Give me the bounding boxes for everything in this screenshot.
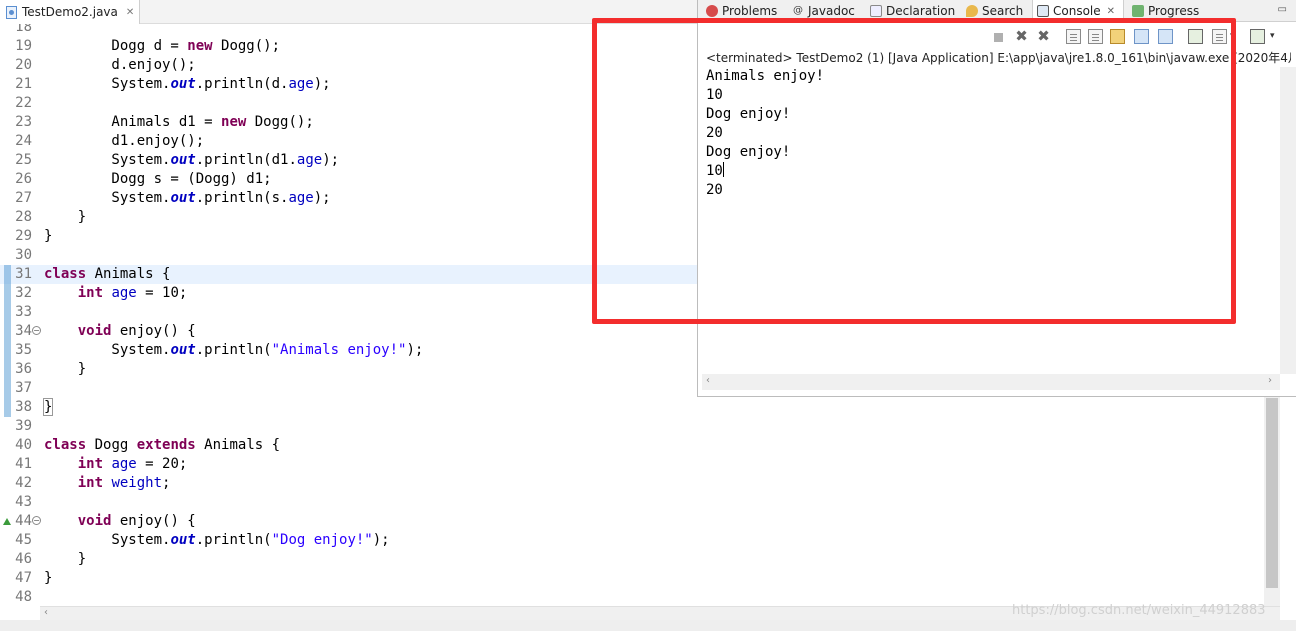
minimize-icon[interactable]: ▭ — [1278, 4, 1287, 15]
tab-label: Javadoc — [808, 4, 855, 18]
tab-label: Console — [1053, 4, 1101, 18]
line-number: 29 — [15, 228, 32, 244]
line-number: 23 — [15, 114, 32, 130]
annotation-highlight-box — [592, 18, 1236, 324]
code-text: void enjoy() { — [77, 513, 196, 529]
line-number: 39 — [15, 418, 32, 434]
line-number: 31 — [15, 266, 32, 282]
console-vertical-scrollbar[interactable] — [1280, 67, 1296, 374]
close-icon[interactable]: ✕ — [1107, 6, 1115, 17]
code-text: Dogg d = new Dogg(); — [44, 38, 281, 54]
code-line[interactable]: 41 int age = 20; — [0, 455, 1280, 474]
line-number: 43 — [15, 494, 32, 510]
line-number: 44 — [15, 513, 32, 529]
code-text: } — [44, 361, 87, 377]
declaration-icon — [870, 5, 882, 17]
line-number: 32 — [15, 285, 32, 301]
line-number: 40 — [15, 437, 32, 453]
code-line[interactable]: 39 — [0, 417, 1280, 436]
code-line[interactable]: 44− void enjoy() { — [0, 512, 1280, 531]
line-number: 33 — [15, 304, 32, 320]
code-line[interactable]: 45 System.out.println("Dog enjoy!"); — [0, 531, 1280, 550]
line-number: 36 — [15, 361, 32, 377]
editor-vertical-scrollbar[interactable] — [1264, 390, 1280, 606]
fold-icon[interactable]: − — [32, 516, 41, 525]
code-text: d.enjoy(); — [44, 57, 196, 73]
open-console-icon[interactable] — [1250, 29, 1265, 44]
tab-label: Problems — [722, 4, 778, 18]
javadoc-icon: @ — [793, 5, 803, 16]
code-line[interactable]: 42 int weight; — [0, 474, 1280, 493]
code-text: } — [44, 570, 53, 586]
code-text: int age = 20; — [77, 456, 188, 472]
code-text: } — [44, 228, 53, 244]
chevron-down-icon[interactable]: ▾ — [1270, 29, 1278, 44]
code-text: } — [44, 209, 87, 225]
fold-icon[interactable]: − — [32, 326, 41, 335]
code-text: class Animals { — [44, 266, 171, 282]
watermark: https://blog.csdn.net/weixin_44912883 — [1012, 603, 1266, 618]
line-number: 28 — [15, 209, 32, 225]
code-text: System.out.println("Dog enjoy!"); — [44, 532, 390, 548]
code-text: } — [42, 398, 54, 416]
progress-icon — [1132, 5, 1144, 17]
scroll-left-icon[interactable]: ‹ — [706, 375, 710, 386]
line-number: 38 — [15, 399, 32, 415]
line-number: 46 — [15, 551, 32, 567]
code-text: d1.enjoy(); — [44, 133, 205, 149]
code-text: Animals d1 = new Dogg(); — [44, 114, 314, 130]
problems-icon — [706, 5, 718, 17]
scroll-left-icon[interactable]: ‹ — [44, 607, 48, 618]
code-text: System.out.println(d1.age); — [44, 152, 340, 168]
line-number: 19 — [15, 38, 32, 54]
line-number: 21 — [15, 76, 32, 92]
code-line[interactable]: 38} — [0, 398, 1280, 417]
editor-tab-testdemo2[interactable]: TestDemo2.java ✕ — [0, 0, 140, 24]
code-text: Dogg s = (Dogg) d1; — [44, 171, 272, 187]
java-file-icon — [6, 5, 17, 19]
code-text: void enjoy() { — [77, 323, 196, 339]
scroll-right-icon[interactable]: › — [1268, 375, 1272, 386]
line-number: 30 — [15, 247, 32, 263]
line-number: 34 — [15, 323, 32, 339]
line-number: 26 — [15, 171, 32, 187]
line-number: 27 — [15, 190, 32, 206]
line-number: 18 — [15, 24, 32, 35]
tab-label: Progress — [1148, 4, 1200, 18]
code-line[interactable]: 40 class Dogg extends Animals { — [0, 436, 1280, 455]
line-number: 48 — [15, 589, 32, 605]
code-text: int weight; — [77, 475, 171, 491]
console-horizontal-scrollbar[interactable]: ‹ › — [702, 374, 1280, 390]
line-number: 22 — [15, 95, 32, 111]
tab-label: Declaration — [886, 4, 956, 18]
code-text: int age = 10; — [77, 285, 188, 301]
console-icon — [1037, 5, 1049, 17]
line-number: 41 — [15, 456, 32, 472]
code-line[interactable]: 43 — [0, 493, 1280, 512]
code-line[interactable]: 46 } — [0, 550, 1280, 569]
code-text: System.out.println(s.age); — [44, 190, 331, 206]
close-icon[interactable]: ✕ — [126, 7, 134, 18]
code-line[interactable]: 47} — [0, 569, 1280, 588]
scrollbar-thumb[interactable] — [1266, 398, 1278, 588]
code-text: System.out.println("Animals enjoy!"); — [44, 342, 424, 358]
line-number: 47 — [15, 570, 32, 586]
line-number: 45 — [15, 532, 32, 548]
line-number: 37 — [15, 380, 32, 396]
line-number: 42 — [15, 475, 32, 491]
editor-tab-label: TestDemo2.java — [22, 5, 118, 19]
tab-label: Search — [982, 4, 1024, 18]
search-icon — [966, 5, 978, 17]
line-number: 24 — [15, 133, 32, 149]
line-number: 35 — [15, 342, 32, 358]
code-text: class Dogg extends Animals { — [44, 437, 281, 453]
line-number: 20 — [15, 57, 32, 73]
line-number: 25 — [15, 152, 32, 168]
code-text: } — [44, 551, 87, 567]
code-text: System.out.println(d.age); — [44, 76, 331, 92]
status-bar — [0, 620, 1296, 631]
